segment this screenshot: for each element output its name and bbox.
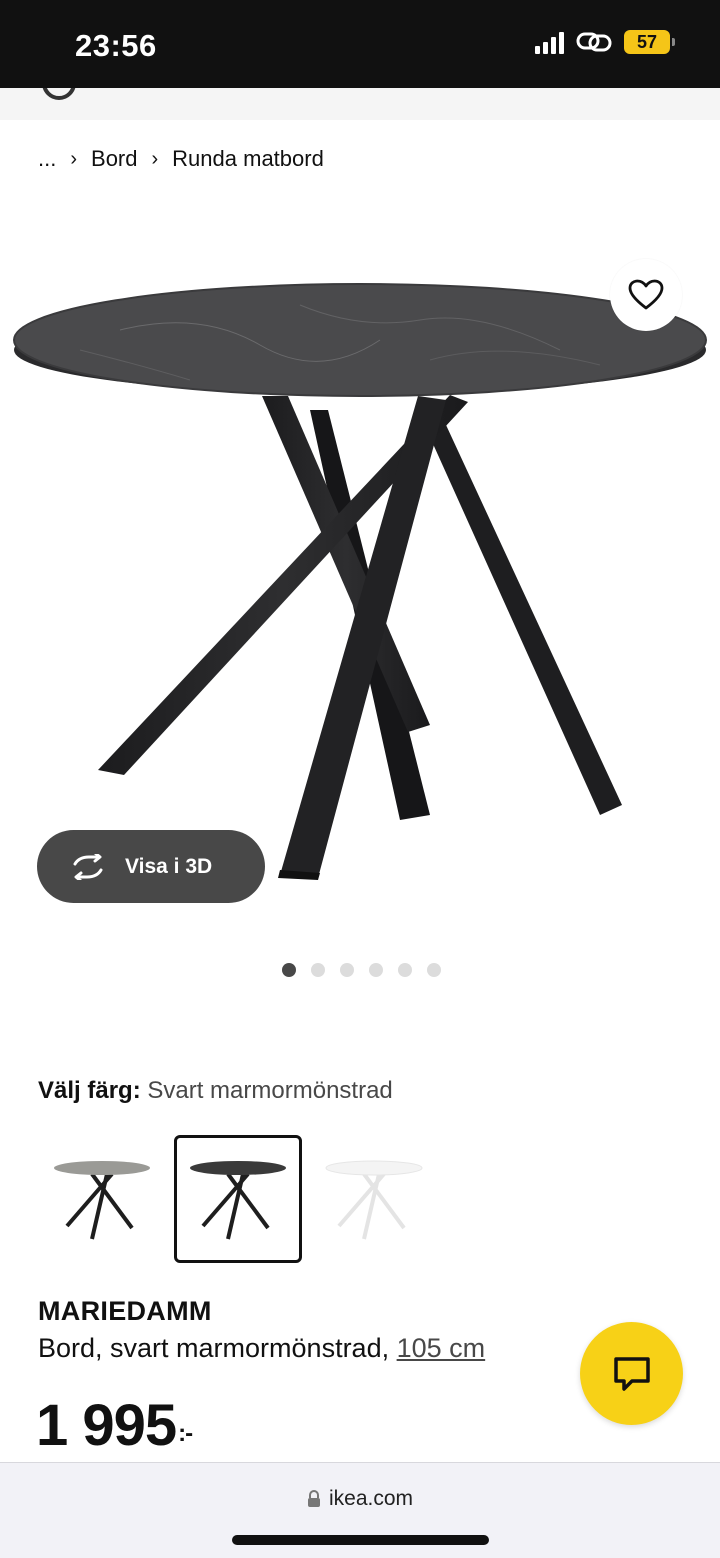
product-description-text: Bord, svart marmormönstrad, [38, 1333, 390, 1363]
size-link[interactable]: 105 cm [397, 1333, 486, 1363]
table-thumbnail [54, 1161, 150, 1240]
product-name: MARIEDAMM [38, 1296, 212, 1326]
carousel-dot[interactable] [339, 963, 354, 977]
heart-icon [628, 279, 664, 310]
status-time: 23:56 [75, 28, 157, 63]
color-selection: Välj färg: Svart marmormönstrad [38, 1077, 393, 1105]
carousel-dot[interactable] [310, 963, 325, 977]
browser-url-bar: ikea.com [0, 1462, 720, 1558]
color-value: Svart marmormönstrad [147, 1077, 393, 1104]
price-suffix: :- [178, 1420, 193, 1447]
product-price: 1 995 :- [36, 1392, 193, 1459]
home-indicator[interactable] [232, 1535, 489, 1545]
breadcrumb: ... › Bord › Runda matbord [38, 146, 324, 172]
color-swatch-white[interactable] [310, 1135, 438, 1263]
carousel-dot[interactable] [281, 963, 296, 977]
carousel-dot[interactable] [368, 963, 383, 977]
price-value: 1 995 [36, 1393, 177, 1458]
table-thumbnail [325, 1160, 423, 1240]
status-bar: 23:56 57 [0, 0, 720, 88]
chat-icon [613, 1356, 650, 1391]
link-icon [576, 32, 612, 52]
view-3d-button[interactable]: Visa i 3D [37, 830, 265, 903]
lock-icon [307, 1490, 320, 1507]
rotate-3d-icon [73, 853, 103, 880]
product-image[interactable] [0, 270, 720, 890]
favourite-button[interactable] [610, 259, 682, 331]
carousel-dot[interactable] [426, 963, 441, 977]
view-3d-label: Visa i 3D [125, 854, 213, 878]
chevron-right-icon: › [70, 147, 78, 170]
chevron-right-icon: › [151, 147, 159, 170]
battery-icon: 57 [624, 30, 675, 54]
breadcrumb-item-runda-matbord[interactable]: Runda matbord [172, 146, 324, 172]
chat-button[interactable] [580, 1322, 683, 1425]
color-swatch-black[interactable] [174, 1135, 302, 1263]
product-description: Bord, svart marmormönstrad, 105 cm [38, 1333, 485, 1364]
scrolled-header [0, 88, 720, 120]
carousel-dot[interactable] [397, 963, 412, 977]
battery-level: 57 [636, 31, 658, 52]
breadcrumb-ellipsis[interactable]: ... [38, 146, 56, 172]
signal-icon [535, 30, 564, 54]
color-label: Välj färg: [38, 1077, 141, 1104]
url-text: ikea.com [328, 1487, 414, 1510]
carousel-dots [0, 963, 720, 977]
url-display[interactable]: ikea.com [0, 1487, 720, 1511]
account-icon[interactable] [42, 88, 76, 100]
color-swatch-grey[interactable] [38, 1135, 166, 1263]
breadcrumb-item-bord[interactable]: Bord [91, 146, 137, 172]
status-icons: 57 [535, 30, 675, 54]
table-thumbnail [190, 1161, 286, 1240]
